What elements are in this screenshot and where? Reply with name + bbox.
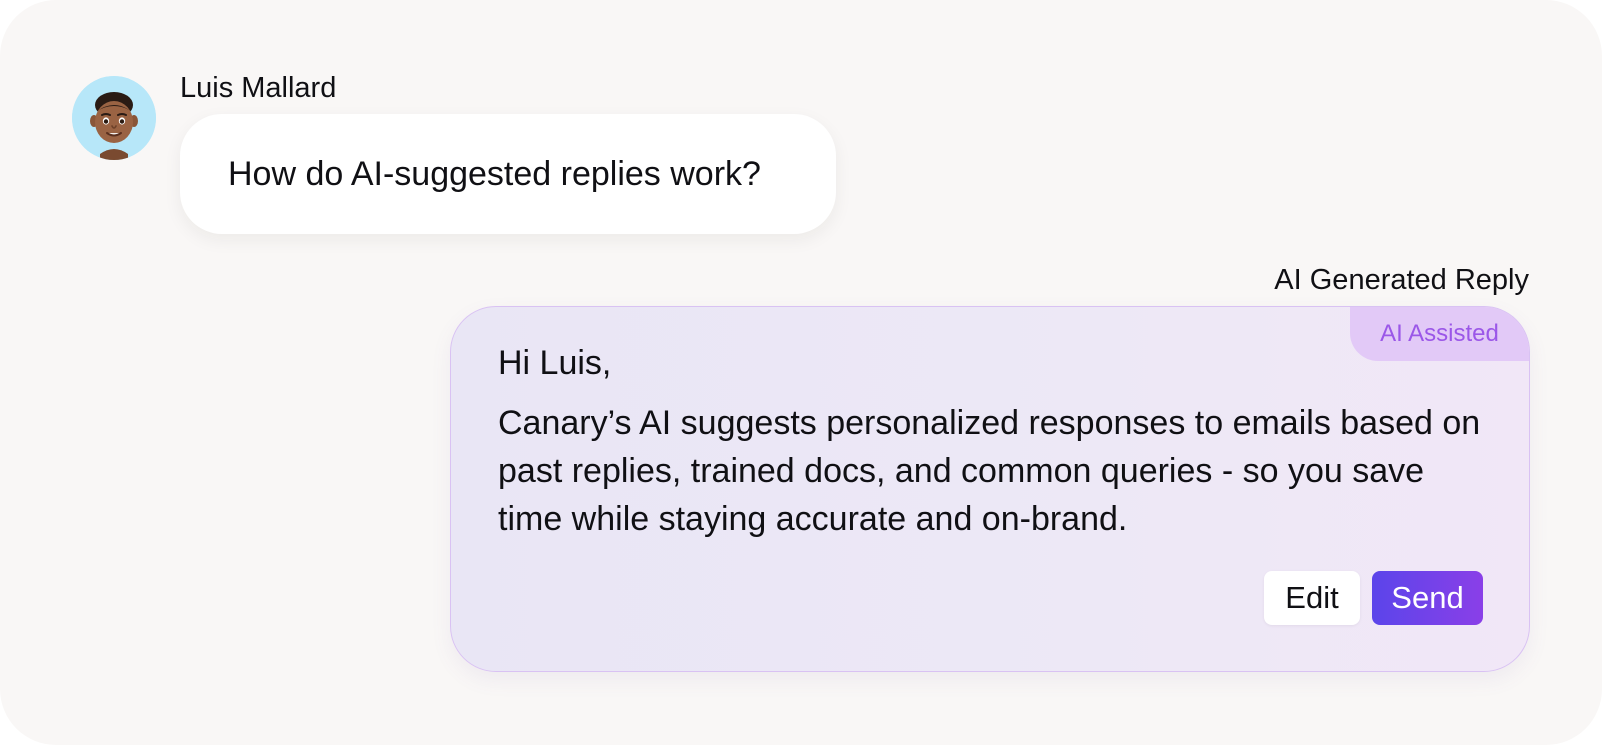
reply-body-text: Canary’s AI suggests personalized respon…	[498, 404, 1481, 538]
send-button[interactable]: Send	[1372, 571, 1483, 625]
reply-greeting: Hi Luis,	[498, 344, 612, 382]
user-message-text: How do AI-suggested replies work?	[228, 155, 761, 193]
avatar	[72, 76, 156, 160]
edit-button[interactable]: Edit	[1264, 571, 1360, 625]
sender-name: Luis Mallard	[180, 72, 337, 104]
reply-actions: Edit Send	[1264, 571, 1483, 625]
user-message-bubble: How do AI-suggested replies work?	[180, 114, 836, 234]
chat-card: Luis Mallard How do AI-suggested replies…	[0, 0, 1602, 745]
ai-reply-bubble: AI Assisted Hi Luis, Canary’s AI suggest…	[450, 306, 1530, 672]
reply-section-title: AI Generated Reply	[1274, 264, 1529, 296]
ai-assisted-badge: AI Assisted	[1350, 307, 1529, 361]
memoji-avatar-icon	[72, 76, 156, 160]
